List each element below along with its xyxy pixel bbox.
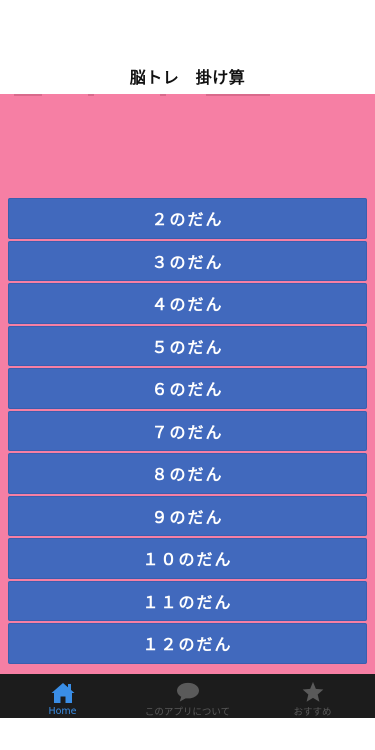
dan-8-button[interactable]: ８のだん <box>8 453 367 494</box>
main-content: ２のだん ３のだん ４のだん ５のだん ６のだん ７のだん ８のだん ９のだん … <box>0 94 375 674</box>
dan-11-button[interactable]: １１のだん <box>8 580 367 621</box>
tab-about-app-label: このアプリについて <box>144 707 231 718</box>
tab-home[interactable]: Home <box>0 674 125 718</box>
home-indicator-area <box>0 718 375 750</box>
dan-4-button[interactable]: ４のだん <box>8 283 367 324</box>
banner-remnant <box>0 94 375 98</box>
dan-button-list: ２のだん ３のだん ４のだん ５のだん ６のだん ７のだん ８のだん ９のだん … <box>8 198 367 664</box>
dan-10-button[interactable]: １０のだん <box>8 538 367 579</box>
dan-7-button[interactable]: ７のだん <box>8 410 367 451</box>
page-title: 脳トレ 掛け算 <box>129 68 246 87</box>
tab-home-label: Home <box>48 706 77 717</box>
speech-bubble-icon <box>176 682 199 702</box>
dan-2-button[interactable]: ２のだん <box>8 198 367 239</box>
home-icon <box>51 683 74 703</box>
tab-recommended-label: おすすめ <box>293 707 332 718</box>
navigation-bar: 脳トレ 掛け算 <box>0 0 375 94</box>
dan-9-button[interactable]: ９のだん <box>8 495 367 536</box>
star-icon <box>302 681 323 702</box>
tab-bar: Home このアプリについて おすすめ <box>0 674 375 718</box>
dan-12-button[interactable]: １２のだん <box>8 623 367 664</box>
dan-3-button[interactable]: ３のだん <box>8 240 367 281</box>
dan-6-button[interactable]: ６のだん <box>8 368 367 409</box>
tab-about-app[interactable]: このアプリについて <box>125 674 250 718</box>
dan-5-button[interactable]: ５のだん <box>8 325 367 366</box>
tab-recommended[interactable]: おすすめ <box>250 674 375 718</box>
